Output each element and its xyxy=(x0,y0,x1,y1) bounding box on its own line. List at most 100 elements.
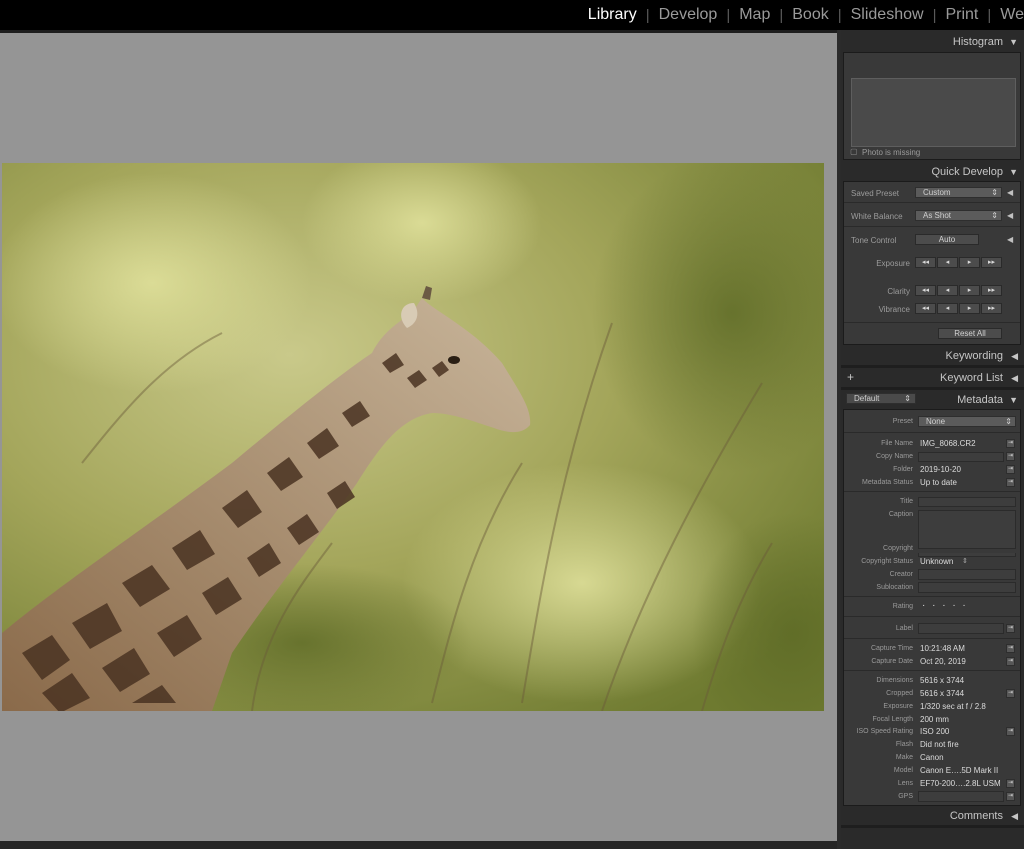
section-divider xyxy=(844,491,1020,492)
histogram-header[interactable]: Histogram ▼ xyxy=(841,32,1024,52)
rating-stars[interactable]: · · · · · xyxy=(922,600,968,611)
caption-field[interactable] xyxy=(918,510,1016,549)
module-book-tab[interactable]: Book xyxy=(783,6,837,24)
vibrance-increase-large-button[interactable]: ▸▸ xyxy=(981,303,1002,314)
module-slideshow-tab[interactable]: Slideshow xyxy=(842,6,933,24)
iso-button[interactable]: ⇥ xyxy=(1006,727,1015,736)
module-map-tab[interactable]: Map xyxy=(730,6,779,24)
collapse-triangle-icon: ▼ xyxy=(1009,37,1018,47)
clarity-decrease-large-button[interactable]: ◂◂ xyxy=(915,285,936,296)
section-divider xyxy=(844,226,1020,227)
clarity-decrease-button[interactable]: ◂ xyxy=(937,285,958,296)
metadata-header[interactable]: Default ⇕ Metadata ▼ xyxy=(841,390,1024,410)
quick-develop-header[interactable]: Quick Develop ▼ xyxy=(841,162,1024,182)
filmstrip-edge xyxy=(0,841,837,849)
make-value: Canon xyxy=(920,753,944,762)
module-web-tab[interactable]: We xyxy=(991,6,1024,24)
copy-name-field[interactable] xyxy=(918,452,1004,462)
section-divider xyxy=(844,638,1020,639)
title-field[interactable] xyxy=(918,497,1016,507)
stepper-icon: ⇕ xyxy=(991,211,998,220)
exposure-increase-button[interactable]: ▸ xyxy=(959,257,980,268)
sublocation-label: Sublocation xyxy=(876,584,913,591)
expand-triangle-icon: ◀ xyxy=(1011,373,1018,383)
clarity-increase-button[interactable]: ▸ xyxy=(959,285,980,296)
metadata-preset-select[interactable]: None ⇕ xyxy=(918,416,1016,427)
copyright-status-value[interactable]: Unknown xyxy=(920,557,953,566)
folder-value[interactable]: 2019-10-20 xyxy=(920,465,961,474)
stepper-icon: ⇕ xyxy=(904,394,911,403)
creator-field[interactable] xyxy=(918,569,1016,580)
stepper-icon[interactable]: ⇕ xyxy=(962,557,968,565)
histogram-status: Photo is missing xyxy=(862,148,921,157)
expand-triangle-icon[interactable]: ◀ xyxy=(1007,211,1013,220)
focal-length-value: 200 mm xyxy=(920,715,949,724)
metadata-title: Metadata xyxy=(957,394,1003,406)
section-divider xyxy=(844,670,1020,671)
exposure-decrease-large-button[interactable]: ◂◂ xyxy=(915,257,936,268)
capture-date-button[interactable]: ⇥ xyxy=(1006,657,1015,666)
add-keyword-icon[interactable]: + xyxy=(847,370,854,384)
iso-value: ISO 200 xyxy=(920,727,950,736)
module-print-tab[interactable]: Print xyxy=(936,6,987,24)
lens-button[interactable]: ⇥ xyxy=(1006,779,1015,788)
auto-tone-button[interactable]: Auto xyxy=(915,234,979,245)
label-field[interactable] xyxy=(918,623,1004,634)
reset-all-button[interactable]: Reset All xyxy=(938,328,1002,339)
file-name-label: File Name xyxy=(881,440,913,447)
dimensions-value: 5616 x 3744 xyxy=(920,676,965,685)
vibrance-increase-button[interactable]: ▸ xyxy=(959,303,980,314)
gps-field[interactable] xyxy=(918,791,1004,802)
histogram-title: Histogram xyxy=(952,36,1003,48)
copy-name-button[interactable]: ⇥ xyxy=(1006,452,1015,461)
module-library-tab[interactable]: Library xyxy=(579,6,646,24)
giraffe-photo[interactable] xyxy=(2,163,824,711)
expand-triangle-icon: ◀ xyxy=(1011,811,1018,821)
cropped-label: Cropped xyxy=(886,690,913,697)
metadata-view-select[interactable]: Default ⇕ xyxy=(846,393,916,404)
keywording-title: Keywording xyxy=(945,350,1003,362)
saved-preset-label: Saved Preset xyxy=(851,189,900,198)
collapse-triangle-icon[interactable]: ◀ xyxy=(1007,235,1013,244)
saved-preset-select[interactable]: Custom ⇕ xyxy=(915,187,1002,198)
capture-time-button[interactable]: ⇥ xyxy=(1006,644,1015,653)
exposure-step-buttons: ◂◂ ◂ ▸ ▸▸ xyxy=(915,257,1003,268)
copy-name-label: Copy Name xyxy=(876,453,913,460)
vibrance-decrease-large-button[interactable]: ◂◂ xyxy=(915,303,936,314)
section-divider xyxy=(844,596,1020,597)
module-develop-tab[interactable]: Develop xyxy=(650,6,727,24)
label-menu-button[interactable]: ⇥ xyxy=(1006,624,1015,633)
clarity-increase-large-button[interactable]: ▸▸ xyxy=(981,285,1002,296)
clarity-label: Clarity xyxy=(887,287,910,296)
capture-date-label: Capture Date xyxy=(871,658,913,665)
gps-button[interactable]: ⇥ xyxy=(1006,792,1015,801)
giraffe-photo-image xyxy=(2,163,824,711)
loupe-viewer[interactable] xyxy=(0,33,837,841)
stepper-icon: ⇕ xyxy=(1005,417,1012,426)
metadata-preset-value: None xyxy=(926,417,946,426)
quick-develop-title: Quick Develop xyxy=(931,166,1003,178)
file-name-value[interactable]: IMG_8068.CR2 xyxy=(920,439,976,448)
crop-button[interactable]: ⇥ xyxy=(1006,689,1015,698)
sublocation-field[interactable] xyxy=(918,582,1016,593)
exposure-increase-large-button[interactable]: ▸▸ xyxy=(981,257,1002,268)
preset-label: Preset xyxy=(892,418,913,425)
rating-label: Rating xyxy=(892,603,913,610)
exposure-label: Exposure xyxy=(876,259,910,268)
keyword-list-title: Keyword List xyxy=(940,372,1003,384)
flash-label: Flash xyxy=(895,741,913,748)
white-balance-value: As Shot xyxy=(923,211,952,220)
vibrance-decrease-button[interactable]: ◂ xyxy=(937,303,958,314)
go-to-folder-button[interactable]: ⇥ xyxy=(1006,465,1015,474)
comments-header[interactable]: Comments ◀ xyxy=(841,806,1024,826)
keywording-header[interactable]: Keywording ◀ xyxy=(841,346,1024,366)
title-label: Title xyxy=(900,498,913,505)
exposure-decrease-button[interactable]: ◂ xyxy=(937,257,958,268)
rename-button[interactable]: ⇥ xyxy=(1006,439,1015,448)
tone-control-label: Tone Control xyxy=(851,236,897,245)
expand-triangle-icon[interactable]: ◀ xyxy=(1007,188,1013,197)
keyword-list-header[interactable]: + Keyword List ◀ xyxy=(841,368,1024,388)
metadata-status-button[interactable]: ⇥ xyxy=(1006,478,1015,487)
white-balance-select[interactable]: As Shot ⇕ xyxy=(915,210,1002,221)
collapse-triangle-icon: ▼ xyxy=(1009,395,1018,405)
